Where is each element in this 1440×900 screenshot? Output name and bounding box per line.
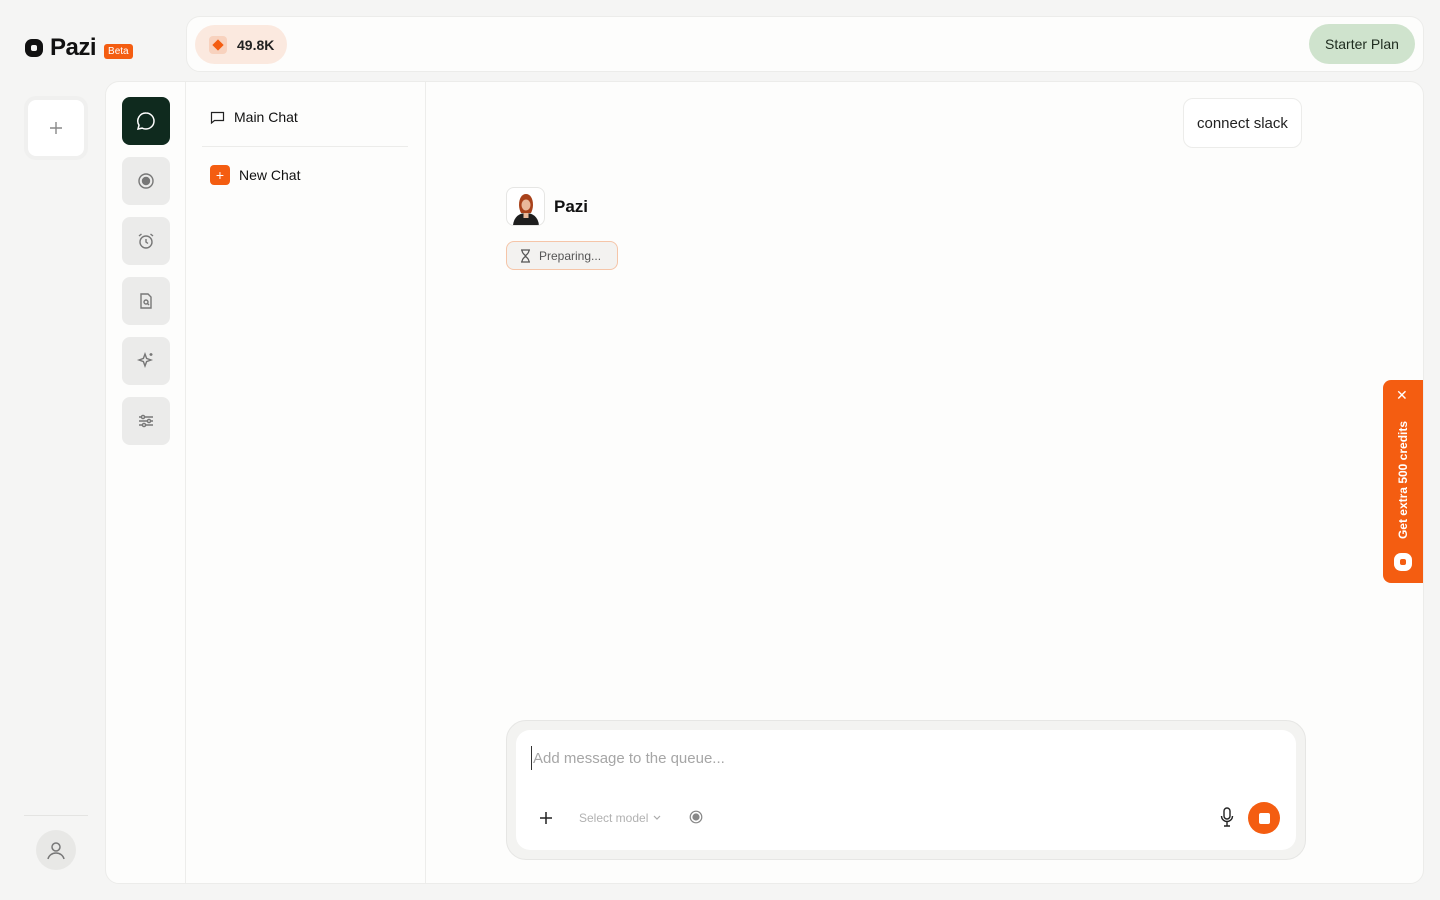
user-icon: [47, 842, 65, 860]
add-workspace-button[interactable]: [24, 96, 88, 160]
nav-icon-column: [106, 82, 186, 883]
status-pill: Preparing...: [506, 241, 618, 270]
microphone-icon: [1220, 807, 1234, 827]
target-button[interactable]: [689, 810, 703, 829]
promo-tab[interactable]: ✕ Get extra 500 credits: [1383, 380, 1423, 583]
stop-button[interactable]: [1248, 802, 1280, 834]
nav-target-button[interactable]: [122, 157, 170, 205]
user-message-text: connect slack: [1197, 114, 1288, 132]
user-avatar-button[interactable]: [36, 830, 76, 870]
user-message: connect slack: [1183, 98, 1302, 148]
chat-item-main[interactable]: Main Chat: [210, 109, 298, 125]
chat-list: Main Chat + New Chat: [186, 82, 426, 883]
chat-list-divider: [202, 146, 408, 147]
plus-icon: [50, 122, 62, 134]
rail-divider: [24, 815, 88, 816]
sliders-icon: [139, 414, 153, 428]
beta-badge: Beta: [104, 43, 133, 59]
status-text: Preparing...: [539, 248, 602, 263]
close-icon[interactable]: ✕: [1396, 387, 1408, 404]
alarm-clock-icon: [138, 233, 154, 249]
pazi-logo-icon: [25, 39, 43, 57]
target-icon: [138, 173, 154, 189]
nav-chat-button[interactable]: [122, 97, 170, 145]
message-square-icon: [210, 111, 225, 124]
document-search-icon: [140, 293, 152, 309]
agent-name: Pazi: [554, 196, 589, 216]
agent-portrait-icon: [512, 194, 539, 225]
composer-inner: Select model: [516, 730, 1296, 850]
hourglass-icon: [521, 248, 530, 263]
plus-icon: +: [210, 165, 230, 185]
plan-button[interactable]: Starter Plan: [1309, 24, 1415, 64]
message-composer: Select model: [506, 720, 1306, 860]
target-icon: [689, 810, 703, 824]
brand-logo[interactable]: Pazi Beta: [24, 34, 133, 62]
model-select-label: Select model: [579, 811, 649, 825]
main-panel: Main Chat + New Chat connect slack Pazi …: [105, 81, 1424, 884]
promo-text: Get extra 500 credits: [1396, 420, 1410, 540]
nav-skills-button[interactable]: [122, 337, 170, 385]
stop-icon: [1258, 812, 1270, 824]
plus-icon: [540, 812, 552, 824]
nav-schedule-button[interactable]: [122, 217, 170, 265]
sparkles-icon: [136, 351, 154, 369]
message-input[interactable]: [531, 746, 1231, 770]
agent-header: Pazi: [506, 187, 588, 226]
agent-avatar: [506, 187, 545, 226]
chat-icon: [136, 112, 155, 130]
top-bar: 49.8K Starter Plan: [186, 16, 1424, 72]
brand-name: Pazi: [50, 34, 97, 61]
nav-settings-button[interactable]: [122, 397, 170, 445]
credits-value: 49.8K: [237, 36, 275, 53]
microphone-button[interactable]: [1220, 807, 1234, 832]
model-select[interactable]: Select model: [579, 811, 661, 825]
chat-item-label: Main Chat: [234, 109, 298, 125]
pazi-logo-icon: [1394, 553, 1412, 571]
new-chat-button[interactable]: + New Chat: [210, 165, 300, 185]
chevron-down-icon: [653, 815, 661, 820]
credits-icon: [209, 35, 227, 54]
nav-documents-button[interactable]: [122, 277, 170, 325]
credits-balance[interactable]: 49.8K: [195, 25, 287, 64]
new-chat-label: New Chat: [239, 167, 301, 183]
attach-button[interactable]: [540, 807, 552, 830]
